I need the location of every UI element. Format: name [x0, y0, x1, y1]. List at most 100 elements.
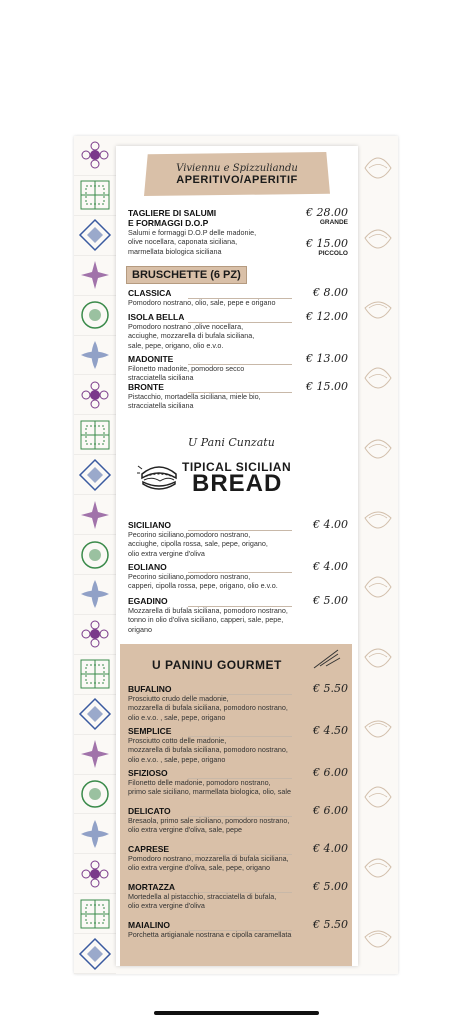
bread-item-desc: Pecorino siciliano,pomodoro nostrano,	[128, 572, 251, 581]
tile-diamond-icon	[74, 695, 116, 735]
tile-strip	[74, 136, 116, 974]
bruschetta-item-price: € 15.00	[306, 380, 348, 393]
bruschetta-item-desc: stracciatella siciliana	[128, 401, 194, 411]
gourmet-item-desc: Prosciutto crudo delle madonie,	[128, 694, 229, 703]
bread-title-line2: BREAD	[192, 470, 283, 497]
gourmet-divider	[188, 854, 292, 855]
sandwich-icon	[136, 456, 182, 496]
tile-star-icon	[74, 256, 116, 296]
gourmet-item-desc: olio extra vergine d'oliva, sale, pepe	[128, 825, 243, 835]
tagliere-desc-1: Salumi e formaggi D.O.P delle madonie,	[128, 228, 257, 237]
tagliere-price-large: € 28.00	[306, 206, 348, 219]
gourmet-item-price: € 5.50	[313, 682, 348, 695]
gourmet-item-desc: olio extra vergine d'oliva	[128, 901, 205, 911]
gourmet-item-desc: olio e.v.o. , sale, pepe, origano	[128, 754, 226, 764]
food-sketch-icon	[361, 213, 395, 268]
gourmet-item-price: € 6.00	[313, 804, 348, 817]
gourmet-item-desc: olio extra vergine d'oliva, sale, pepe, …	[128, 863, 271, 873]
gourmet-item-desc: Pomodoro nostrano, mozzarella di bufala …	[128, 854, 289, 863]
food-sketch-icon	[361, 632, 395, 687]
food-sketch-icon	[361, 283, 395, 338]
gourmet-item-desc: olio e.v.o. , sale, pepe, origano	[128, 712, 226, 722]
tile-circle-icon	[74, 775, 116, 815]
bread-item-desc: Mozzarella di bufala siciliana, pomodoro…	[128, 606, 288, 615]
bruschette-heading: BRUSCHETTE (6 PZ)	[126, 266, 247, 284]
tagliere-price-small: € 15.00	[306, 237, 348, 250]
gourmet-item-desc: Prosciutto cotto delle madonie,	[128, 736, 227, 745]
food-sketch-icon	[361, 772, 395, 827]
bread-item-price: € 5.00	[313, 594, 348, 607]
bread-divider	[188, 606, 292, 607]
tile-diamond-icon	[74, 216, 116, 256]
bread-script-title: U Pani Cunzatu	[188, 436, 275, 449]
bread-item-desc: capperi, cipolla rossa, pepe, origano, o…	[128, 581, 278, 591]
bruschetta-item-price: € 12.00	[306, 310, 348, 323]
gourmet-divider	[188, 736, 292, 737]
tile-circle-icon	[74, 296, 116, 336]
wheat-icon	[312, 646, 342, 675]
gourmet-item-desc: Filonetto delle madonie, pomodoro nostra…	[128, 778, 271, 787]
tile-cross-icon	[74, 336, 116, 376]
gourmet-divider	[188, 930, 292, 931]
gourmet-item-price: € 4.00	[313, 842, 348, 855]
bruschetta-divider	[188, 364, 292, 365]
bread-item-price: € 4.00	[313, 560, 348, 573]
food-sketch-icon	[361, 702, 395, 757]
food-sketch-icon	[361, 143, 395, 198]
tile-star-icon	[74, 735, 116, 775]
bruschetta-item-desc: Pistacchio, mortadella siciliana, miele …	[128, 392, 261, 401]
tile-cross-icon	[74, 575, 116, 615]
bruschetta-item-desc: sale, pepe, origano, olio e.v.o.	[128, 340, 224, 350]
food-sketch-icon	[361, 353, 395, 408]
menu-paper: Viviennu e Spizzuliandu APERITIVO/APERIT…	[116, 146, 358, 966]
tile-grid-icon	[74, 415, 116, 456]
gourmet-item-desc: mozzarella di bufala siciliana, pomodoro…	[128, 703, 288, 713]
banner-title: APERITIVO/APERITIF	[176, 173, 298, 186]
tile-star-icon	[74, 495, 116, 536]
bruschetta-divider	[188, 392, 292, 393]
bread-item-desc: olio extra vergine d'oliva	[128, 548, 205, 558]
banner-script-title: Viviennu e Spizzuliandu	[176, 162, 298, 174]
gourmet-item-desc: Porchetta artigianale nostrana e cipolla…	[128, 930, 292, 939]
tile-grid-icon	[74, 894, 116, 935]
tile-diamond-icon	[74, 455, 116, 496]
home-indicator	[154, 1011, 319, 1015]
bruschetta-item-desc: Pomodoro nostrano, olio, sale, pepe e or…	[128, 298, 276, 307]
gourmet-divider	[188, 694, 292, 695]
tile-flower-icon	[74, 136, 116, 176]
food-sketch-strip	[358, 136, 398, 974]
gourmet-item-price: € 4.50	[313, 724, 348, 737]
gourmet-item-price: € 5.00	[313, 880, 348, 893]
bruschetta-item-desc: Pomodoro nostrano ,olive nocellara,	[128, 322, 244, 331]
gourmet-item-desc: primo sale siciliano, marmellata biologi…	[128, 787, 291, 797]
bread-item-desc: tonno in olio d'oliva siciliano, capperi…	[128, 615, 284, 625]
bread-item-desc: Pecorino siciliano,pomodoro nostrano,	[128, 530, 251, 539]
gourmet-divider	[188, 816, 292, 817]
food-sketch-icon	[361, 493, 395, 548]
tile-grid-icon	[74, 655, 116, 695]
tagliere-label-small: PICCOLO	[318, 250, 348, 257]
bread-divider	[188, 572, 292, 573]
gourmet-divider	[188, 778, 292, 779]
tagliere-name-line2: E FORMAGGI D.O.P	[128, 218, 209, 228]
tile-grid-icon	[74, 176, 116, 216]
bread-item-desc: acciughe, cipolla rossa, sale, pepe, ori…	[128, 539, 268, 549]
tile-flower-icon	[74, 854, 116, 895]
gourmet-divider	[188, 892, 292, 893]
gourmet-item-price: € 6.00	[313, 766, 348, 779]
tile-cross-icon	[74, 814, 116, 855]
bread-item-desc: origano	[128, 624, 152, 634]
tile-flower-icon	[74, 615, 116, 655]
bruschetta-item-desc: Filonetto madonite, pomodoro secco	[128, 364, 245, 373]
food-sketch-icon	[361, 912, 395, 967]
gourmet-item-desc: Bresaola, primo sale siciliano, pomodoro…	[128, 816, 290, 825]
food-sketch-icon	[361, 562, 395, 617]
gourmet-item-desc: mozzarella di bufala siciliana, pomodoro…	[128, 745, 288, 755]
gourmet-heading: U PANINU GOURMET	[152, 658, 282, 672]
tile-circle-icon	[74, 535, 116, 575]
bruschetta-divider	[188, 322, 292, 323]
gourmet-item-price: € 5.50	[313, 918, 348, 931]
tile-flower-icon	[74, 375, 116, 416]
bruschetta-item-price: € 8.00	[313, 286, 348, 299]
bread-divider	[188, 530, 292, 531]
